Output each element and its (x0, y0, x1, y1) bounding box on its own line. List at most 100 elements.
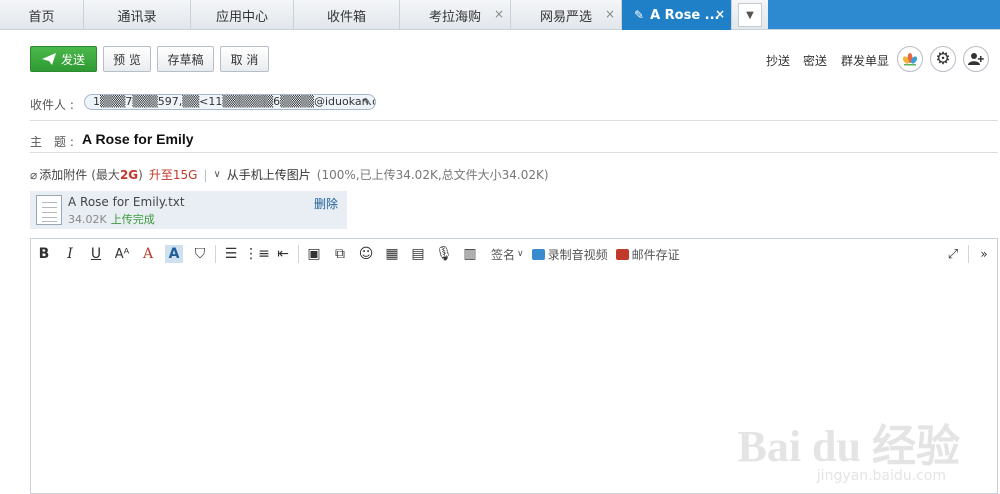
recipient-address: 1▒▒▒7▒▒▒597,▒▒<11▒▒▒▒▒▒6▒▒▒▒@iduokan.com… (93, 95, 376, 108)
tab-yanxuan[interactable]: 网易严选 × (511, 0, 622, 30)
underline-icon[interactable]: U (83, 239, 109, 269)
lotus-icon (902, 52, 918, 66)
screenshot-icon[interactable]: ⧉ (327, 239, 353, 269)
list-icon[interactable]: ⋮≡ (244, 239, 270, 269)
font-color-icon[interactable]: A (135, 239, 161, 269)
app-logo-button[interactable] (897, 46, 923, 72)
toolbar-separator (968, 245, 969, 263)
tab-contacts[interactable]: 通讯录 (84, 0, 191, 30)
editor-toolbar: B I U Aᴬ A A ⛉ ☰ ⋮≡ ⇤ ▣ ⧉ ☺ ▦ ▤ 🎙 ▥ 签名∨ … (31, 239, 997, 269)
highlight-icon[interactable]: A (165, 245, 183, 263)
tab-overflow-button[interactable]: ▼ (738, 3, 762, 27)
tab-label: 通讯录 (117, 6, 156, 25)
watermark: Bai du 经验 (737, 410, 960, 474)
tab-bar: 首页 通讯录 应用中心 收件箱 考拉海购 × 网易严选 × ✎ A Rose .… (0, 0, 1000, 30)
signature-label: 签名 (491, 246, 515, 263)
max-size-suffix: ) (138, 168, 143, 182)
attachment-filename: A Rose for Emily.txt (68, 195, 185, 209)
microphone-icon[interactable]: 🎙 (431, 239, 457, 269)
collapse-toolbar-icon[interactable]: » (971, 239, 997, 269)
gear-icon: ⚙ (935, 49, 950, 69)
close-icon[interactable]: × (715, 7, 725, 21)
separator: | (203, 168, 207, 182)
add-contact-button[interactable] (963, 46, 989, 72)
close-icon[interactable]: × (605, 7, 615, 21)
upgrade-link[interactable]: 升至15G (149, 166, 198, 183)
save-draft-label: 存草稿 (167, 51, 203, 68)
template-icon[interactable]: ▥ (457, 239, 483, 269)
attachment-size-line: 34.02K 上传完成 (68, 211, 155, 227)
paperclip-icon: ⌀ (30, 168, 37, 182)
tab-compose-active[interactable]: ✎ A Rose ... × (622, 0, 732, 30)
subject-label: 主 题 : (30, 133, 74, 150)
preview-label: 预 览 (113, 51, 141, 68)
max-size-prefix: (最大 (91, 166, 120, 183)
signature-menu[interactable]: 签名∨ (491, 246, 524, 263)
gavel-icon (616, 249, 629, 260)
cancel-button[interactable]: 取 消 (220, 46, 269, 72)
divider (30, 120, 998, 121)
watermark-url: jingyan.baidu.com (817, 468, 946, 484)
paper-plane-icon (42, 53, 56, 65)
bcc-link[interactable]: 密送 (803, 52, 827, 69)
send-label: 发送 (61, 51, 85, 68)
mail-evidence-label: 邮件存证 (632, 246, 680, 263)
compose-icon: ✎ (634, 8, 644, 22)
tab-label: 网易严选 (540, 6, 592, 25)
send-button[interactable]: 发送 (30, 46, 97, 72)
subject-input[interactable]: A Rose for Emily (82, 131, 194, 147)
delete-attachment-link[interactable]: 删除 (314, 195, 338, 212)
toolbar-separator (215, 245, 216, 263)
italic-icon[interactable]: I (57, 239, 83, 269)
calendar-icon[interactable]: ▤ (405, 239, 431, 269)
text-file-icon (36, 195, 62, 225)
record-video-button[interactable]: 录制音视频 (532, 246, 608, 263)
max-size-value: 2G (120, 168, 138, 182)
preview-button[interactable]: 预 览 (103, 46, 151, 72)
toolbar-separator (298, 245, 299, 263)
chevron-down-icon[interactable]: ∨ (213, 169, 220, 180)
emoji-icon[interactable]: ☺ (353, 239, 379, 269)
indent-icon[interactable]: ⇤ (270, 239, 296, 269)
close-icon[interactable]: × (494, 7, 504, 21)
record-video-label: 录制音视频 (548, 246, 608, 263)
recipient-chip[interactable]: 1▒▒▒7▒▒▒597,▒▒<11▒▒▒▒▒▒6▒▒▒▒@iduokan.com… (84, 94, 376, 110)
format-brush-icon[interactable]: ⛉ (187, 239, 213, 269)
add-attachment-link[interactable]: 添加附件 (39, 166, 87, 183)
tab-kaola[interactable]: 考拉海购 × (400, 0, 511, 30)
save-draft-button[interactable]: 存草稿 (157, 46, 214, 72)
cancel-label: 取 消 (231, 51, 259, 68)
font-size-icon[interactable]: Aᴬ (109, 239, 135, 269)
tab-label: 考拉海购 (429, 6, 481, 25)
mail-evidence-button[interactable]: 邮件存证 (616, 246, 680, 263)
chevron-down-icon: ▼ (746, 10, 754, 21)
tab-label: 首页 (28, 6, 54, 25)
expand-icon[interactable]: ⤢ (940, 239, 966, 269)
attachment-item: A Rose for Emily.txt 34.02K 上传完成 删除 (30, 191, 347, 229)
cc-link[interactable]: 抄送 (766, 52, 790, 69)
bold-icon[interactable]: B (31, 239, 57, 269)
tab-inbox[interactable]: 收件箱 (294, 0, 400, 30)
settings-button[interactable]: ⚙ (930, 46, 956, 72)
tab-label: 应用中心 (216, 6, 268, 25)
single-display-link[interactable]: 群发单显 (841, 52, 889, 69)
tab-home[interactable]: 首页 (0, 0, 84, 30)
align-icon[interactable]: ☰ (218, 239, 244, 269)
tab-app-center[interactable]: 应用中心 (191, 0, 294, 30)
upload-status: (100%,已上传34.02K,总文件大小34.02K) (317, 166, 549, 183)
divider (30, 152, 998, 153)
tab-label: 收件箱 (327, 6, 366, 25)
attachment-bar: ⌀ 添加附件 (最大2G) 升至15G | ∨ 从手机上传图片 (100%,已上… (30, 166, 549, 183)
attachment-size: 34.02K (68, 213, 107, 226)
upload-complete-text: 上传完成 (111, 213, 155, 226)
edit-icon[interactable]: ✎ (363, 96, 371, 110)
image-icon[interactable]: ▣ (301, 239, 327, 269)
add-user-icon (968, 52, 984, 66)
video-icon (532, 249, 545, 260)
mobile-upload-link[interactable]: 从手机上传图片 (227, 166, 311, 183)
tab-label: A Rose ... (650, 8, 719, 23)
chevron-down-icon: ∨ (517, 249, 524, 259)
table-icon[interactable]: ▦ (379, 239, 405, 269)
recipient-label: 收件人 : (30, 96, 74, 113)
tab-bar-background (768, 0, 1000, 29)
